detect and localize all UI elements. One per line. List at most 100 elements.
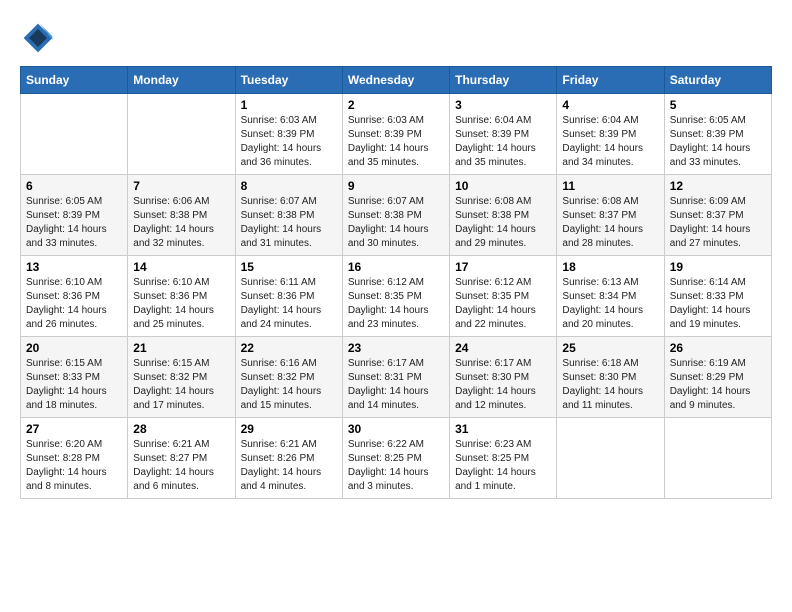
cell-info: Sunrise: 6:11 AM Sunset: 8:36 PM Dayligh… (241, 276, 337, 332)
day-number: 27 (26, 422, 122, 436)
cell-info: Sunrise: 6:21 AM Sunset: 8:26 PM Dayligh… (241, 438, 337, 494)
calendar-cell: 14 Sunrise: 6:10 AM Sunset: 8:36 PM Dayli… (128, 256, 235, 337)
cell-info: Sunrise: 6:07 AM Sunset: 8:38 PM Dayligh… (348, 195, 444, 251)
calendar-week-1: 6Sunrise: 6:05 AM Sunset: 8:39 PM Daylig… (21, 175, 772, 256)
weekday-header-monday: Monday (128, 67, 235, 94)
cell-info: Sunrise: 6:03 AM Sunset: 8:39 PM Dayligh… (241, 114, 337, 170)
calendar-cell: 8Sunrise: 6:07 AM Sunset: 8:38 PM Daylig… (235, 175, 342, 256)
calendar-cell: 7 Sunrise: 6:06 AM Sunset: 8:38 PM Daylig… (128, 175, 235, 256)
calendar-cell: 20Sunrise: 6:15 AM Sunset: 8:33 PM Dayli… (21, 337, 128, 418)
calendar-cell: 19 Sunrise: 6:14 AM Sunset: 8:33 PM Dayli… (664, 256, 771, 337)
cell-info: Sunrise: 6:15 AM Sunset: 8:32 PM Dayligh… (133, 357, 229, 413)
calendar-cell: 4 Sunrise: 6:04 AM Sunset: 8:39 PM Daylig… (557, 94, 664, 175)
day-number: 20 (26, 341, 122, 355)
day-number: 9 (348, 179, 444, 193)
day-number: 19 (670, 260, 766, 274)
calendar-cell: 18 Sunrise: 6:13 AM Sunset: 8:34 PM Dayli… (557, 256, 664, 337)
day-number: 25 (562, 341, 658, 355)
cell-info: Sunrise: 6:23 AM Sunset: 8:25 PM Dayligh… (455, 438, 551, 494)
calendar-cell: 11 Sunrise: 6:08 AM Sunset: 8:37 PM Dayli… (557, 175, 664, 256)
calendar-cell: 16 Sunrise: 6:12 AM Sunset: 8:35 PM Dayli… (342, 256, 449, 337)
calendar-cell: 23 Sunrise: 6:17 AM Sunset: 8:31 PM Dayli… (342, 337, 449, 418)
cell-info: Sunrise: 6:10 AM Sunset: 8:36 PM Dayligh… (26, 276, 122, 332)
cell-info: Sunrise: 6:04 AM Sunset: 8:39 PM Dayligh… (455, 114, 551, 170)
day-number: 30 (348, 422, 444, 436)
calendar-cell (664, 418, 771, 499)
calendar-cell: 1 Sunrise: 6:03 AM Sunset: 8:39 PM Daylig… (235, 94, 342, 175)
calendar-cell: 10 Sunrise: 6:08 AM Sunset: 8:38 PM Dayli… (450, 175, 557, 256)
cell-info: Sunrise: 6:17 AM Sunset: 8:31 PM Dayligh… (348, 357, 444, 413)
page-header (20, 20, 772, 56)
cell-info: Sunrise: 6:17 AM Sunset: 8:30 PM Dayligh… (455, 357, 551, 413)
day-number: 5 (670, 98, 766, 112)
logo-icon (20, 20, 56, 56)
calendar-cell (21, 94, 128, 175)
calendar-cell: 3Sunrise: 6:04 AM Sunset: 8:39 PM Daylig… (450, 94, 557, 175)
day-number: 12 (670, 179, 766, 193)
weekday-header-tuesday: Tuesday (235, 67, 342, 94)
calendar-cell: 2 Sunrise: 6:03 AM Sunset: 8:39 PM Daylig… (342, 94, 449, 175)
cell-info: Sunrise: 6:12 AM Sunset: 8:35 PM Dayligh… (348, 276, 444, 332)
calendar-cell (557, 418, 664, 499)
calendar-week-2: 13Sunrise: 6:10 AM Sunset: 8:36 PM Dayli… (21, 256, 772, 337)
day-number: 1 (241, 98, 337, 112)
logo (20, 20, 62, 56)
weekday-header-sunday: Sunday (21, 67, 128, 94)
day-number: 23 (348, 341, 444, 355)
cell-info: Sunrise: 6:06 AM Sunset: 8:38 PM Dayligh… (133, 195, 229, 251)
calendar-cell: 24 Sunrise: 6:17 AM Sunset: 8:30 PM Dayli… (450, 337, 557, 418)
day-number: 21 (133, 341, 229, 355)
calendar-cell: 21 Sunrise: 6:15 AM Sunset: 8:32 PM Dayli… (128, 337, 235, 418)
day-number: 6 (26, 179, 122, 193)
day-number: 14 (133, 260, 229, 274)
day-number: 31 (455, 422, 551, 436)
cell-info: Sunrise: 6:16 AM Sunset: 8:32 PM Dayligh… (241, 357, 337, 413)
calendar-cell: 29Sunrise: 6:21 AM Sunset: 8:26 PM Dayli… (235, 418, 342, 499)
day-number: 11 (562, 179, 658, 193)
calendar-body: 1 Sunrise: 6:03 AM Sunset: 8:39 PM Daylig… (21, 94, 772, 499)
calendar-cell: 12 Sunrise: 6:09 AM Sunset: 8:37 PM Dayli… (664, 175, 771, 256)
day-number: 10 (455, 179, 551, 193)
calendar-cell: 6Sunrise: 6:05 AM Sunset: 8:39 PM Daylig… (21, 175, 128, 256)
cell-info: Sunrise: 6:09 AM Sunset: 8:37 PM Dayligh… (670, 195, 766, 251)
cell-info: Sunrise: 6:13 AM Sunset: 8:34 PM Dayligh… (562, 276, 658, 332)
day-number: 2 (348, 98, 444, 112)
day-number: 16 (348, 260, 444, 274)
calendar-cell: 15 Sunrise: 6:11 AM Sunset: 8:36 PM Dayli… (235, 256, 342, 337)
calendar-cell: 31 Sunrise: 6:23 AM Sunset: 8:25 PM Dayli… (450, 418, 557, 499)
cell-info: Sunrise: 6:21 AM Sunset: 8:27 PM Dayligh… (133, 438, 229, 494)
weekday-header-wednesday: Wednesday (342, 67, 449, 94)
weekday-header-saturday: Saturday (664, 67, 771, 94)
calendar-cell: 13Sunrise: 6:10 AM Sunset: 8:36 PM Dayli… (21, 256, 128, 337)
calendar-week-0: 1 Sunrise: 6:03 AM Sunset: 8:39 PM Daylig… (21, 94, 772, 175)
calendar-cell: 22Sunrise: 6:16 AM Sunset: 8:32 PM Dayli… (235, 337, 342, 418)
weekday-header-friday: Friday (557, 67, 664, 94)
cell-info: Sunrise: 6:10 AM Sunset: 8:36 PM Dayligh… (133, 276, 229, 332)
calendar-cell: 25Sunrise: 6:18 AM Sunset: 8:30 PM Dayli… (557, 337, 664, 418)
day-number: 7 (133, 179, 229, 193)
cell-info: Sunrise: 6:14 AM Sunset: 8:33 PM Dayligh… (670, 276, 766, 332)
day-number: 24 (455, 341, 551, 355)
cell-info: Sunrise: 6:19 AM Sunset: 8:29 PM Dayligh… (670, 357, 766, 413)
cell-info: Sunrise: 6:08 AM Sunset: 8:37 PM Dayligh… (562, 195, 658, 251)
day-number: 4 (562, 98, 658, 112)
cell-info: Sunrise: 6:03 AM Sunset: 8:39 PM Dayligh… (348, 114, 444, 170)
day-number: 17 (455, 260, 551, 274)
cell-info: Sunrise: 6:22 AM Sunset: 8:25 PM Dayligh… (348, 438, 444, 494)
calendar-week-3: 20Sunrise: 6:15 AM Sunset: 8:33 PM Dayli… (21, 337, 772, 418)
cell-info: Sunrise: 6:05 AM Sunset: 8:39 PM Dayligh… (670, 114, 766, 170)
calendar-table: SundayMondayTuesdayWednesdayThursdayFrid… (20, 66, 772, 499)
day-number: 18 (562, 260, 658, 274)
calendar-header: SundayMondayTuesdayWednesdayThursdayFrid… (21, 67, 772, 94)
cell-info: Sunrise: 6:04 AM Sunset: 8:39 PM Dayligh… (562, 114, 658, 170)
weekday-header-thursday: Thursday (450, 67, 557, 94)
cell-info: Sunrise: 6:20 AM Sunset: 8:28 PM Dayligh… (26, 438, 122, 494)
weekday-row: SundayMondayTuesdayWednesdayThursdayFrid… (21, 67, 772, 94)
cell-info: Sunrise: 6:08 AM Sunset: 8:38 PM Dayligh… (455, 195, 551, 251)
cell-info: Sunrise: 6:07 AM Sunset: 8:38 PM Dayligh… (241, 195, 337, 251)
day-number: 15 (241, 260, 337, 274)
day-number: 28 (133, 422, 229, 436)
calendar-cell: 27 Sunrise: 6:20 AM Sunset: 8:28 PM Dayli… (21, 418, 128, 499)
day-number: 26 (670, 341, 766, 355)
calendar-cell: 5 Sunrise: 6:05 AM Sunset: 8:39 PM Daylig… (664, 94, 771, 175)
